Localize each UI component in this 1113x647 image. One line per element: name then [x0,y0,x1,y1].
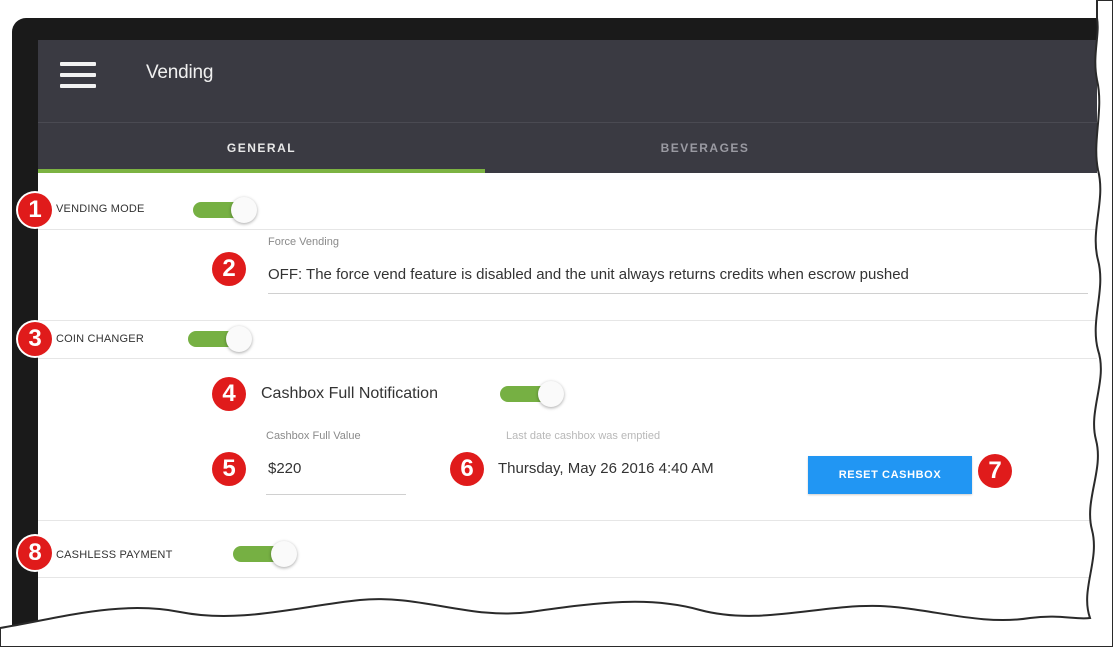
callout-badge: 5 [212,452,246,486]
callout-badge: 1 [18,193,52,227]
callout-badge: 3 [18,322,52,356]
callout-badge: 4 [212,377,246,411]
torn-edge-overlay [0,0,1113,647]
callout-badge: 2 [212,252,246,286]
callout-badge: 7 [978,454,1012,488]
callout-badge: 8 [18,536,52,570]
callout-badge: 6 [450,452,484,486]
